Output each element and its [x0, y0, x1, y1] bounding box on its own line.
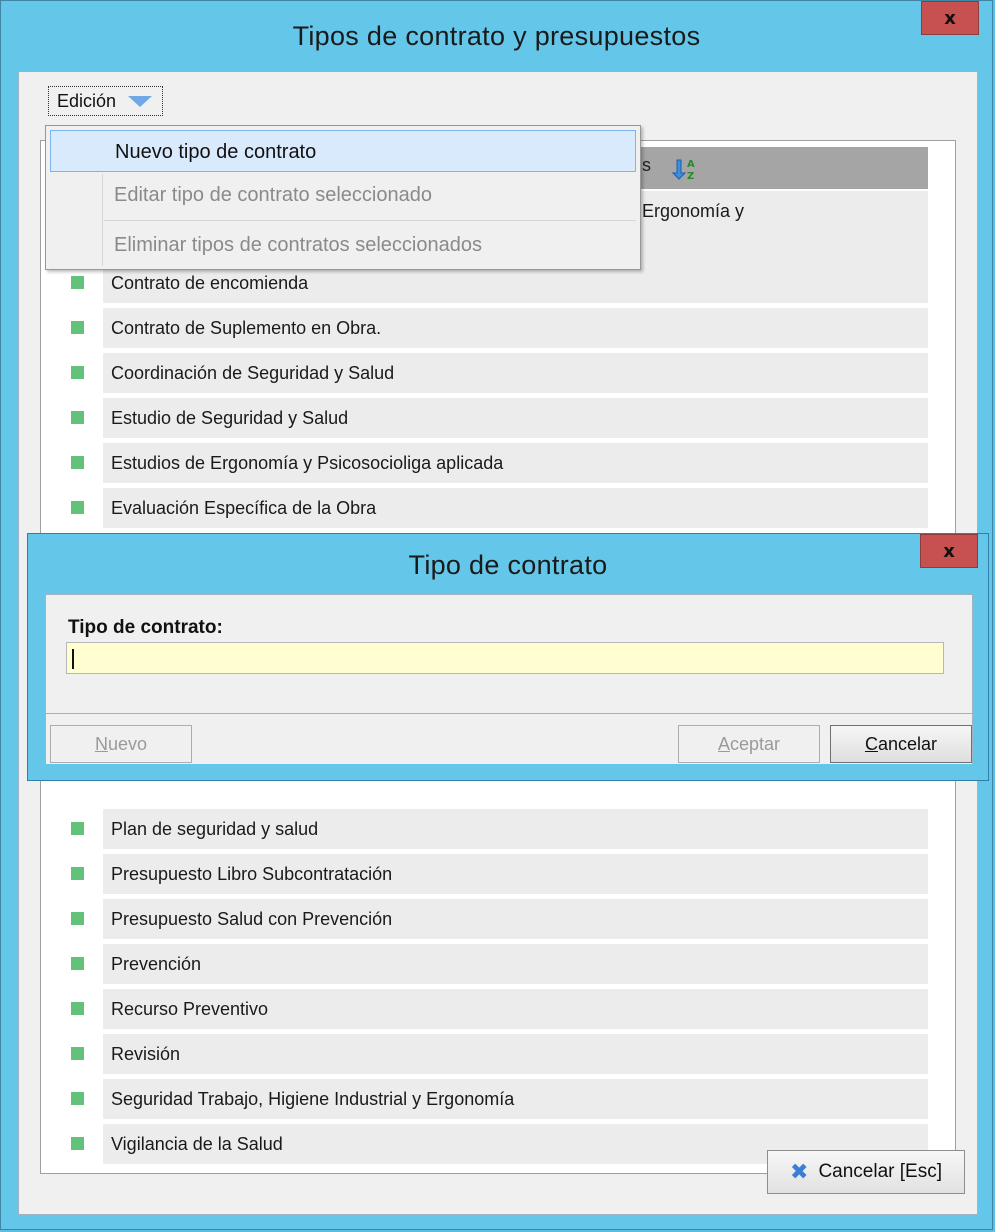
table-row[interactable]: Revisión [52, 1034, 928, 1074]
accept-button-label: ceptar [729, 733, 781, 754]
row-status-icon [71, 912, 84, 925]
row-marker-cell [52, 899, 100, 939]
dialog-title: Tipo de contrato [408, 550, 608, 580]
row-label: Revisión [103, 1034, 928, 1074]
row-label: Prevención [103, 944, 928, 984]
cancel-esc-label: Cancelar [Esc] [818, 1161, 942, 1182]
row-status-icon [71, 867, 84, 880]
new-button-label: uevo [107, 733, 148, 754]
row-marker-cell [52, 1124, 100, 1164]
table-row[interactable]: Seguridad Trabajo, Higiene Industrial y … [52, 1079, 928, 1119]
close-icon: x [944, 7, 956, 29]
menu-item-label: Eliminar tipos de contratos seleccionado… [114, 234, 482, 256]
window-title: Tipos de contrato y presupuestos [292, 21, 701, 51]
dialog-close-button[interactable]: x [920, 534, 978, 568]
edicion-dropdown-menu: Nuevo tipo de contrato Editar tipo de co… [45, 125, 641, 270]
accept-button[interactable]: Aceptar [678, 725, 820, 763]
row-marker-cell [52, 1079, 100, 1119]
row-marker-cell [52, 854, 100, 894]
row-label: Plan de seguridad y salud [103, 809, 928, 849]
row-status-icon [71, 1047, 84, 1060]
row-label: Estudio de Seguridad y Salud [103, 398, 928, 438]
table-row[interactable]: Estudio de Seguridad y Salud [52, 398, 928, 438]
row-label: Seguridad Trabajo, Higiene Industrial y … [103, 1079, 928, 1119]
row-marker-cell [52, 488, 100, 528]
row-marker-cell [52, 989, 100, 1029]
table-row[interactable]: Presupuesto Libro Subcontratación [52, 854, 928, 894]
row-marker-cell [52, 1034, 100, 1074]
contract-type-input[interactable] [66, 642, 944, 674]
cancel-button-label: ancelar [877, 733, 938, 754]
table-row[interactable]: Recurso Preventivo [52, 989, 928, 1029]
row-marker-cell [52, 353, 100, 393]
table-row[interactable]: Plan de seguridad y salud [52, 809, 928, 849]
table-row[interactable]: Coordinación de Seguridad y Salud [52, 353, 928, 393]
table-row[interactable]: Presupuesto Salud con Prevención [52, 899, 928, 939]
row-status-icon [71, 366, 84, 379]
row-label: Recurso Preventivo [103, 989, 928, 1029]
row-label: Evaluación Específica de la Obra [103, 488, 928, 528]
row-status-icon [71, 411, 84, 424]
contract-type-dialog: Tipo de contrato x Tipo de contrato: Nue… [27, 533, 989, 781]
menu-item-delete-contract-types[interactable]: Eliminar tipos de contratos seleccionado… [50, 224, 636, 266]
row-status-icon [71, 1002, 84, 1015]
svg-text:A: A [687, 159, 695, 170]
menu-item-label: Nuevo tipo de contrato [115, 141, 317, 163]
row-label: Presupuesto Libro Subcontratación [103, 854, 928, 894]
menu-item-label: Editar tipo de contrato seleccionado [114, 184, 432, 206]
row-status-icon [71, 1092, 84, 1105]
row-label: Estudios de Ergonomía y Psicosocioliga a… [103, 443, 928, 483]
row-status-icon [71, 957, 84, 970]
window-close-button[interactable]: x [921, 1, 979, 35]
edicion-menu-button[interactable]: Edición [48, 86, 164, 116]
edicion-menu-label: Edición [57, 90, 117, 111]
new-button[interactable]: Nuevo [50, 725, 192, 763]
cancel-button-mnemonic: C [864, 733, 878, 754]
row-label: Contrato de Suplemento en Obra. [103, 308, 928, 348]
row-marker-cell [52, 398, 100, 438]
menu-item-new-contract-type[interactable]: Nuevo tipo de contrato [50, 130, 636, 172]
contract-type-field-label: Tipo de contrato: [68, 617, 223, 638]
row-marker-cell [52, 809, 100, 849]
row-label: Presupuesto Salud con Prevención [103, 899, 928, 939]
dialog-footer: Nuevo Aceptar Cancelar [45, 714, 973, 764]
row-marker-cell [52, 443, 100, 483]
title-bar[interactable]: Tipos de contrato y presupuestos x [1, 1, 992, 71]
menu-separator [104, 220, 636, 221]
bottom-bar: ✖ Cancelar [Esc] [19, 1150, 977, 1216]
cancel-icon: ✖ [790, 1159, 809, 1185]
new-button-mnemonic: N [94, 733, 108, 754]
cancel-esc-button[interactable]: ✖ Cancelar [Esc] [767, 1150, 965, 1194]
table-row[interactable]: Evaluación Específica de la Obra [52, 488, 928, 528]
svg-text:Z: Z [687, 171, 694, 181]
table-row[interactable]: Contrato de Suplemento en Obra. [52, 308, 928, 348]
dialog-body: Tipo de contrato: [45, 594, 973, 714]
table-row[interactable]: Prevención [52, 944, 928, 984]
close-icon: x [943, 540, 955, 562]
accept-button-mnemonic: A [717, 733, 730, 754]
chevron-down-icon [128, 95, 153, 107]
menu-item-edit-contract-type[interactable]: Editar tipo de contrato seleccionado [50, 174, 636, 216]
grid-header-label: s [642, 155, 651, 175]
text-caret [72, 649, 74, 669]
sort-az-icon[interactable]: A Z [672, 157, 696, 181]
row-status-icon [71, 321, 84, 334]
row-marker-cell [52, 944, 100, 984]
row-status-icon [71, 276, 84, 289]
table-row[interactable]: Estudios de Ergonomía y Psicosocioliga a… [52, 443, 928, 483]
row-status-icon [71, 1137, 84, 1150]
cancel-button[interactable]: Cancelar [830, 725, 972, 763]
row-status-icon [71, 501, 84, 514]
row-label: Coordinación de Seguridad y Salud [103, 353, 928, 393]
row-status-icon [71, 456, 84, 469]
row-status-icon [71, 822, 84, 835]
row-marker-cell [52, 308, 100, 348]
